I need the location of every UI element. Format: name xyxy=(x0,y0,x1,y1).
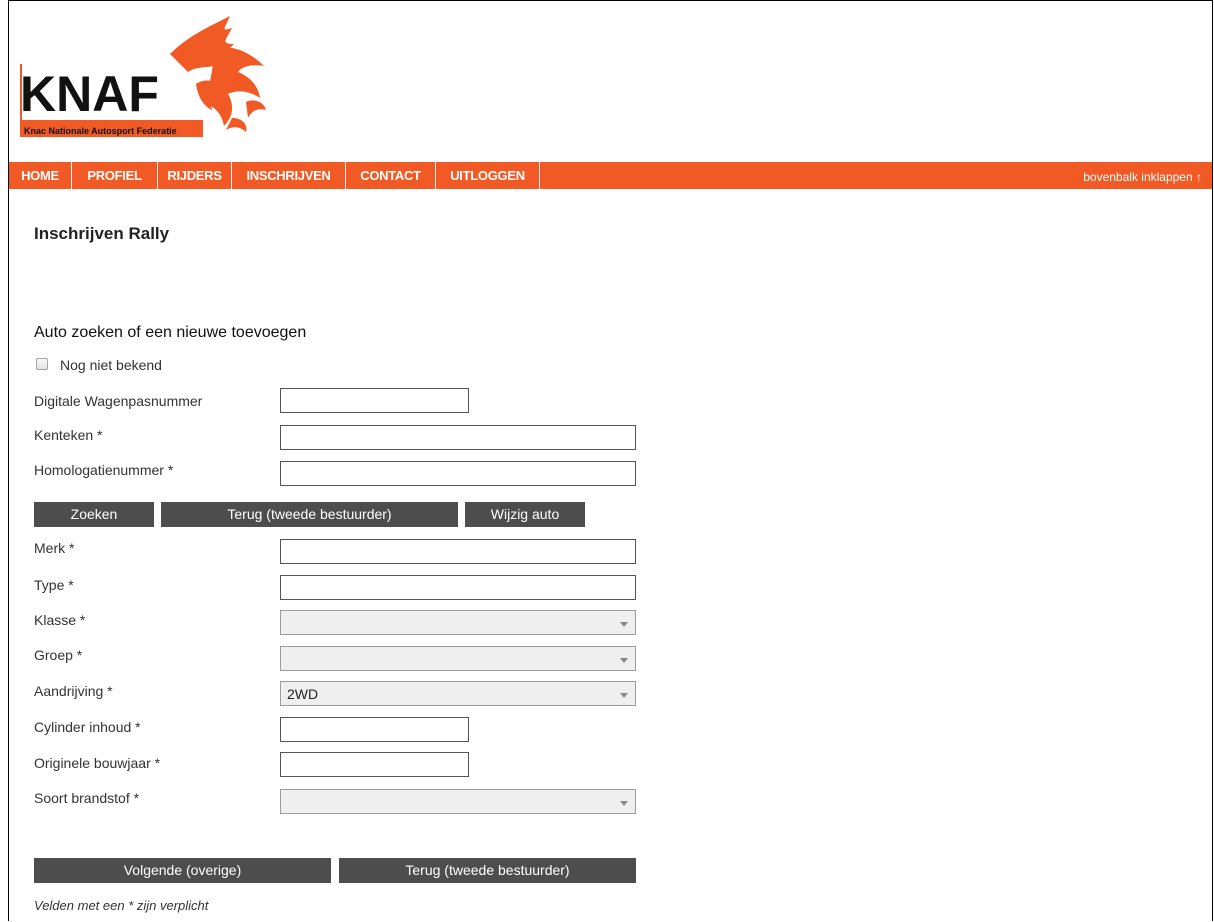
aandrijving-label: Aandrijving * xyxy=(34,683,113,699)
wagenpas-label: Digitale Wagenpasnummer xyxy=(34,393,203,409)
bouwjaar-label: Originele bouwjaar * xyxy=(34,755,161,771)
required-fields-note: Velden met een * zijn verplicht xyxy=(34,898,209,913)
merk-input[interactable] xyxy=(280,539,636,564)
chevron-down-icon xyxy=(620,693,628,698)
back-second-driver-bottom-button[interactable]: Terug (tweede bestuurder) xyxy=(339,858,636,883)
chevron-down-icon xyxy=(620,658,628,663)
type-label: Type * xyxy=(34,577,74,593)
nav-rijders[interactable]: RIJDERS xyxy=(158,162,232,189)
kenteken-label: Kenteken * xyxy=(34,427,103,443)
cylinder-label: Cylinder inhoud * xyxy=(34,719,141,735)
knaf-logo[interactable]: KNAF Knac Nationale Autosport Federatie xyxy=(20,14,275,142)
top-navbar: HOME PROFIEL RIJDERS INSCHRIJVEN CONTACT… xyxy=(9,162,1212,189)
homologatie-input[interactable] xyxy=(280,461,636,486)
nav-profiel[interactable]: PROFIEL xyxy=(72,162,158,189)
logo-subtitle: Knac Nationale Autosport Federatie xyxy=(24,126,177,136)
nav-inschrijven[interactable]: INSCHRIJVEN xyxy=(232,162,346,189)
klasse-label: Klasse * xyxy=(34,612,86,628)
logo-text: KNAF xyxy=(20,66,159,122)
unknown-checkbox[interactable] xyxy=(36,358,48,370)
kenteken-input[interactable] xyxy=(280,425,636,450)
aandrijving-select[interactable]: 2WD xyxy=(280,681,636,706)
nav-home[interactable]: HOME xyxy=(9,162,72,189)
lion-logo-icon: KNAF Knac Nationale Autosport Federatie xyxy=(20,16,266,137)
groep-select[interactable] xyxy=(280,646,636,671)
wagenpas-input[interactable] xyxy=(280,388,469,413)
merk-label: Merk * xyxy=(34,540,75,556)
groep-label: Groep * xyxy=(34,647,83,663)
page-title: Inschrijven Rally xyxy=(34,224,170,243)
collapse-topbar-link[interactable]: bovenbalk inklappen ↑ xyxy=(1083,162,1202,189)
section-title: Auto zoeken of een nieuwe toevoegen xyxy=(34,324,307,341)
nav-contact[interactable]: CONTACT xyxy=(346,162,436,189)
type-input[interactable] xyxy=(280,575,636,600)
edit-car-button[interactable]: Wijzig auto xyxy=(465,502,585,527)
cylinder-input[interactable] xyxy=(280,717,469,742)
unknown-checkbox-label: Nog niet bekend xyxy=(60,357,162,373)
aandrijving-value: 2WD xyxy=(287,686,319,702)
search-button[interactable]: Zoeken xyxy=(34,502,154,527)
bouwjaar-input[interactable] xyxy=(280,752,469,777)
klasse-select[interactable] xyxy=(280,610,636,635)
nav-uitloggen[interactable]: UITLOGGEN xyxy=(436,162,540,189)
chevron-down-icon xyxy=(620,801,628,806)
brandstof-label: Soort brandstof * xyxy=(34,790,140,806)
homologatie-label: Homologatienummer * xyxy=(34,462,174,478)
back-second-driver-button[interactable]: Terug (tweede bestuurder) xyxy=(161,502,458,527)
brandstof-select[interactable] xyxy=(280,789,636,814)
chevron-down-icon xyxy=(620,622,628,627)
next-button[interactable]: Volgende (overige) xyxy=(34,858,331,883)
